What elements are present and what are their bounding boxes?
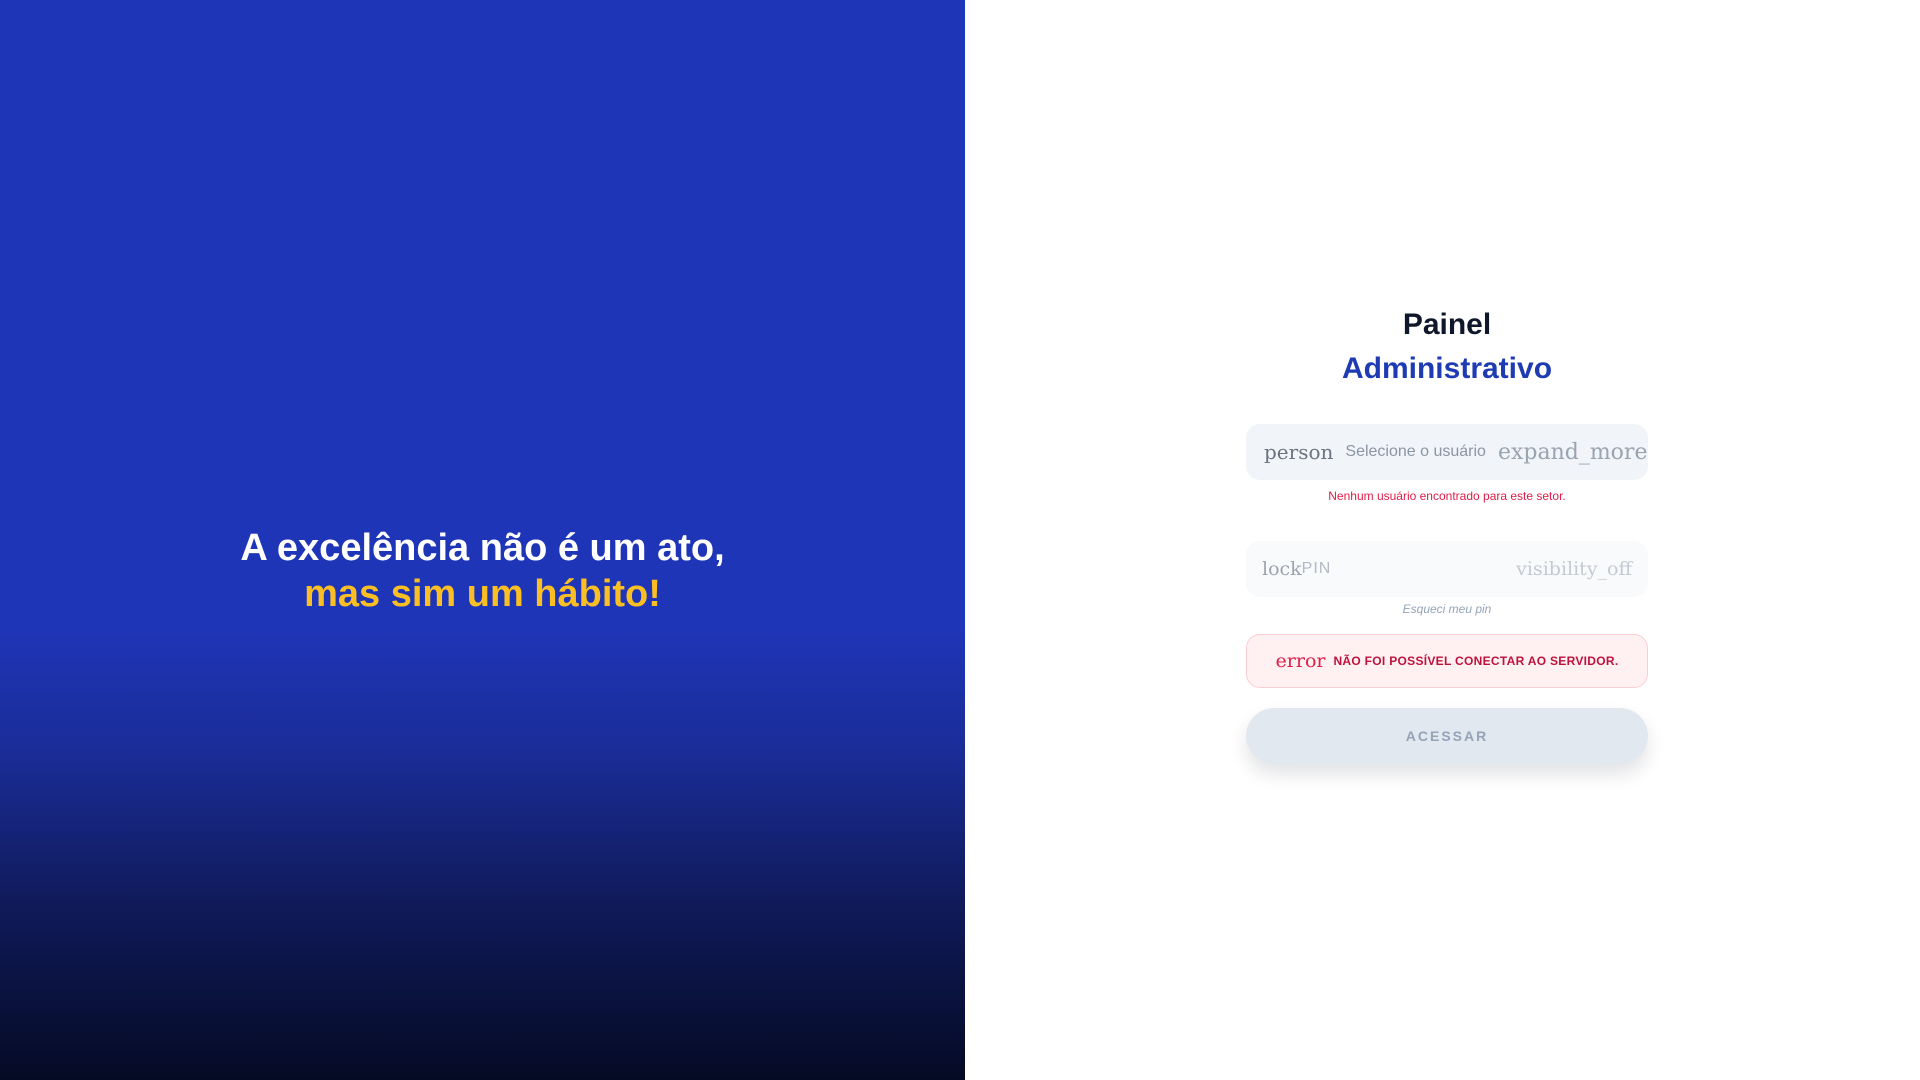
user-field-error: Nenhum usuário encontrado para este seto… [1328, 489, 1566, 503]
person-icon: person [1264, 440, 1334, 464]
hero-quote: A excelência não é um ato, mas sim um há… [0, 525, 965, 617]
user-select[interactable]: person Selecione o usuário expand_more [1246, 424, 1648, 480]
page-title: Painel [1402, 308, 1492, 341]
error-alert: error NÃO FOI POSSÍVEL CONECTAR AO SERVI… [1246, 634, 1648, 688]
submit-button[interactable]: ACESSAR [1246, 708, 1648, 764]
page-subtitle: Administrativo [1341, 352, 1553, 385]
user-select-placeholder: Selecione o usuário [1345, 443, 1486, 460]
lock-icon: lock [1262, 558, 1302, 580]
error-icon: error [1275, 650, 1326, 672]
forgot-pin-link[interactable]: Esqueci meu pin [1246, 602, 1648, 616]
hero-quote-line2: mas sim um hábito! [304, 573, 661, 615]
pin-field[interactable]: lock visibility_off [1246, 541, 1648, 597]
login-form: Painel Administrativo person Selecione o… [1246, 305, 1648, 764]
expand-more-icon[interactable]: expand_more [1498, 440, 1648, 465]
hero-panel: A excelência não é um ato, mas sim um há… [0, 0, 965, 1080]
login-panel: Painel Administrativo person Selecione o… [965, 0, 1920, 1080]
pin-input[interactable] [1301, 560, 1517, 578]
visibility-off-icon[interactable]: visibility_off [1516, 558, 1632, 580]
hero-quote-line1: A excelência não é um ato, [240, 527, 725, 569]
error-alert-message: NÃO FOI POSSÍVEL CONECTAR AO SERVIDOR. [1333, 654, 1619, 668]
